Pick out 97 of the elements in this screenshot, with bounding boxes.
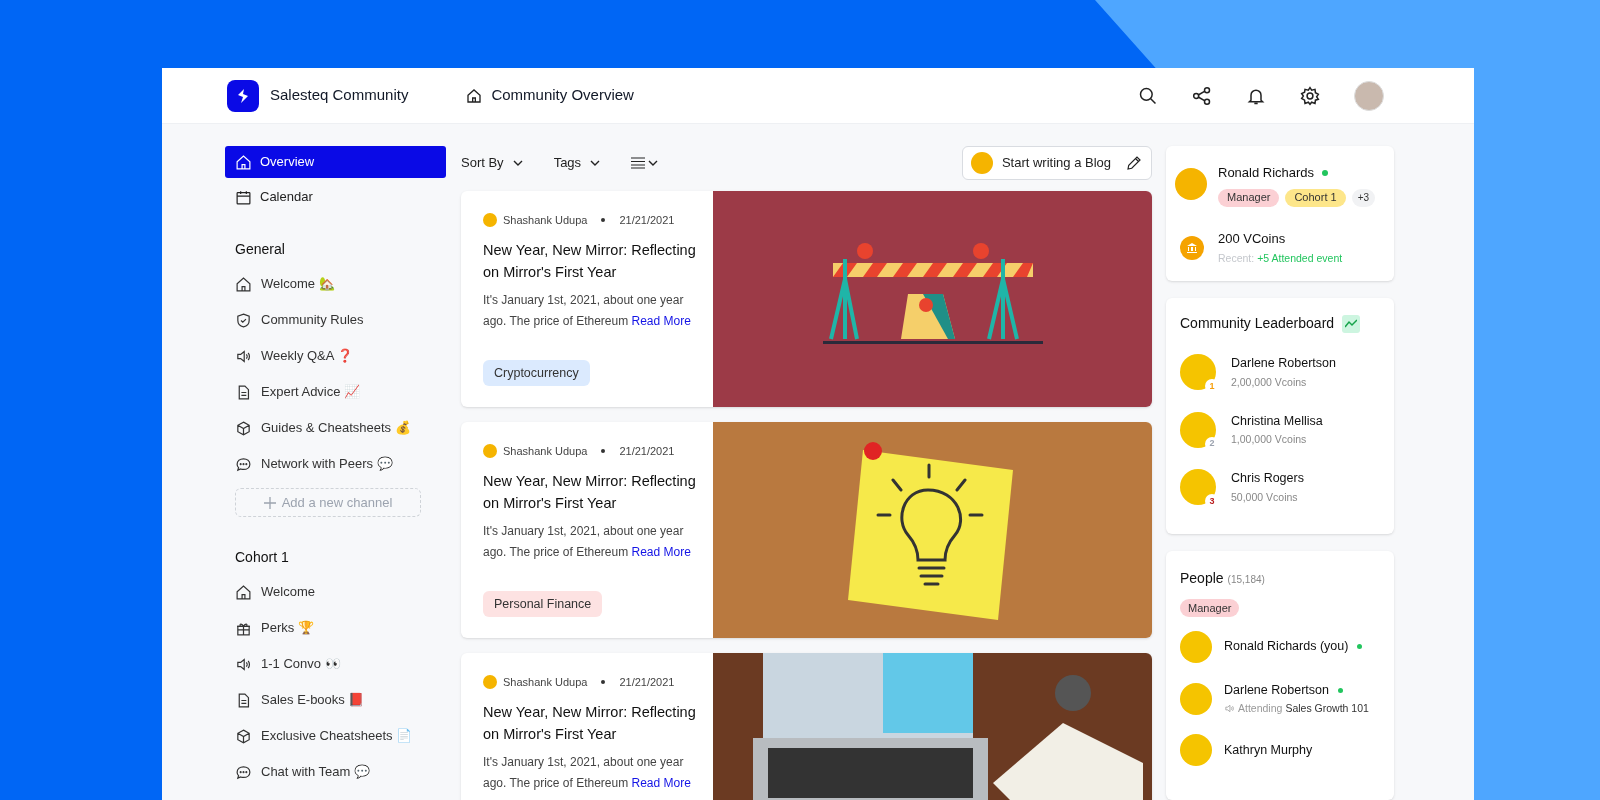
card-title: People	[1180, 569, 1224, 588]
people-count: (15,184)	[1227, 573, 1265, 587]
more-count: +3	[1351, 188, 1376, 207]
search-icon[interactable]	[1138, 85, 1158, 106]
post-tag[interactable]: Personal Finance	[483, 591, 603, 617]
share-icon[interactable]	[1192, 85, 1212, 106]
read-more-link[interactable]: Read More	[631, 775, 691, 790]
leader-coins: 1,00,000 Vcoins	[1231, 432, 1308, 448]
leader-avatar	[1180, 411, 1216, 448]
channel-item[interactable]: Chat with Team 💬	[225, 754, 446, 790]
leader-name: Darlene Robertson	[1231, 355, 1336, 372]
channel-item[interactable]: Perks 🏆	[225, 610, 446, 646]
leader-coins: 2,00,000 Vcoins	[1231, 374, 1308, 390]
recent-label: Recent:	[1218, 251, 1255, 266]
activity-label: Attending	[1238, 700, 1283, 716]
calendar-icon	[235, 188, 252, 206]
view-dropdown[interactable]	[631, 157, 660, 169]
post-title[interactable]: New Year, New Mirror: Reflecting on Mirror's First Year	[483, 700, 703, 745]
leader-name: Chris Rogers	[1231, 470, 1304, 487]
chat-bubble-icon	[235, 455, 252, 473]
post-title[interactable]: New Year, New Mirror: Reflecting on Mirror's First Year	[483, 469, 703, 514]
post-card[interactable]: Shashank Udupa 21/21/2021 New Year, New Mirror: Reflecting on Mirror's First Year It's January 1st, 2021, about one year ago. The price of Ethereum Read More Personal Finance	[461, 422, 1152, 638]
leader-name: Christina Mellisa	[1231, 412, 1323, 430]
post-excerpt: It's January 1st, 2021, about one year ago. The price of Ethereum Read More	[483, 291, 692, 330]
post-title[interactable]: New Year, New Mirror: Reflecting on Mirror's First Year	[483, 238, 703, 283]
read-more-link[interactable]: Read More	[631, 313, 691, 328]
channel-item[interactable]: 1-1 Convo 👀	[225, 646, 446, 682]
author-name: Shashank Udupa	[503, 675, 588, 690]
app-name: Salesteq Community	[270, 85, 409, 106]
member-avatar	[1180, 734, 1212, 767]
write-blog-button[interactable]: Start writing a Blog	[961, 146, 1152, 180]
logo-icon	[227, 79, 259, 112]
filter-tag[interactable]: Manager	[1180, 599, 1240, 617]
tags-dropdown[interactable]: Tags	[553, 153, 602, 173]
plus-icon	[263, 496, 276, 509]
list-icon	[631, 157, 646, 169]
author-avatar	[483, 675, 497, 690]
author-name: Shashank Udupa	[503, 444, 588, 459]
coin-icon	[1180, 235, 1204, 260]
leader-avatar	[1180, 469, 1216, 506]
channel-item[interactable]: Guides & Cheatsheets 💰	[225, 410, 446, 446]
user-avatar	[1175, 168, 1207, 200]
channel-item[interactable]: Exclusive Cheatsheets 📄	[225, 718, 446, 754]
speaker-icon	[1224, 702, 1235, 714]
chat-bubble-icon	[235, 763, 252, 781]
recent-activity: +5 Attended event	[1257, 251, 1343, 266]
post-excerpt: It's January 1st, 2021, about one year ago. The price of Ethereum Read More	[483, 753, 692, 792]
channel-item[interactable]: Weekly Q&A ❓	[225, 338, 446, 374]
member-avatar	[1180, 682, 1212, 715]
nav-item[interactable]: Overview	[225, 146, 446, 178]
cube-icon	[235, 419, 252, 437]
post-card[interactable]: Shashank Udupa 21/21/2021 New Year, New Mirror: Reflecting on Mirror's First Year It's January 1st, 2021, about one year ago. The price of Ethereum Read More Cryptocurrency	[461, 191, 1152, 407]
channel-item[interactable]: Expert Advice 📈	[225, 374, 446, 410]
user-name: Ronald Richards	[1218, 164, 1315, 182]
nav-item[interactable]: Calendar	[225, 181, 446, 213]
cube-icon	[235, 727, 252, 745]
card-title: Community Leaderboard	[1180, 314, 1335, 333]
leader-avatar	[1180, 354, 1216, 391]
home-icon	[466, 87, 483, 104]
home-icon	[235, 153, 252, 171]
member-name: Ronald Richards (you)	[1224, 638, 1349, 656]
member-avatar	[1180, 630, 1212, 663]
section-heading: Cohort 1	[234, 548, 290, 567]
speaker-icon	[235, 655, 252, 673]
role-tag: Cohort 1	[1285, 188, 1346, 207]
pencil-icon	[1125, 154, 1143, 172]
home-icon	[235, 275, 252, 293]
speaker-icon	[235, 347, 252, 365]
shield-icon	[235, 311, 252, 329]
channel-item[interactable]: Community Rules	[225, 302, 446, 338]
home-icon	[235, 583, 252, 601]
author-name: Shashank Udupa	[503, 213, 588, 228]
channel-item[interactable]: Network with Peers 💬	[225, 446, 446, 482]
read-more-link[interactable]: Read More	[631, 544, 691, 559]
post-excerpt: It's January 1st, 2021, about one year ago. The price of Ethereum Read More	[483, 522, 692, 561]
settings-icon[interactable]	[1300, 85, 1320, 106]
trend-icon	[1342, 314, 1361, 333]
section-heading: General	[234, 240, 286, 259]
channel-item[interactable]: Welcome	[225, 574, 446, 610]
member-name: Darlene Robertson	[1224, 681, 1329, 699]
channel-item[interactable]: Welcome 🏡	[225, 266, 446, 302]
channel-item[interactable]: Sales E-books 📕	[225, 682, 446, 718]
post-card[interactable]: Shashank Udupa 21/21/2021 New Year, New Mirror: Reflecting on Mirror's First Year It's January 1st, 2021, about one year ago. The price of Ethereum Read More	[461, 653, 1152, 800]
post-date: 21/21/2021	[619, 675, 675, 690]
author-avatar	[483, 213, 497, 228]
coin-balance: 200 VCoins	[1218, 229, 1287, 248]
sort-dropdown[interactable]: Sort By	[461, 153, 524, 173]
avatar	[970, 152, 993, 174]
post-date: 21/21/2021	[619, 213, 675, 228]
page-title: Community Overview	[491, 85, 634, 106]
leader-coins: 50,000 Vcoins	[1231, 489, 1299, 505]
member-name: Kathryn Murphy	[1224, 741, 1313, 759]
activity-event: Sales Growth 101	[1285, 700, 1369, 716]
post-tag[interactable]: Cryptocurrency	[483, 360, 590, 386]
author-avatar	[483, 444, 497, 459]
role-tag: Manager	[1218, 188, 1280, 207]
post-date: 21/21/2021	[619, 444, 675, 459]
